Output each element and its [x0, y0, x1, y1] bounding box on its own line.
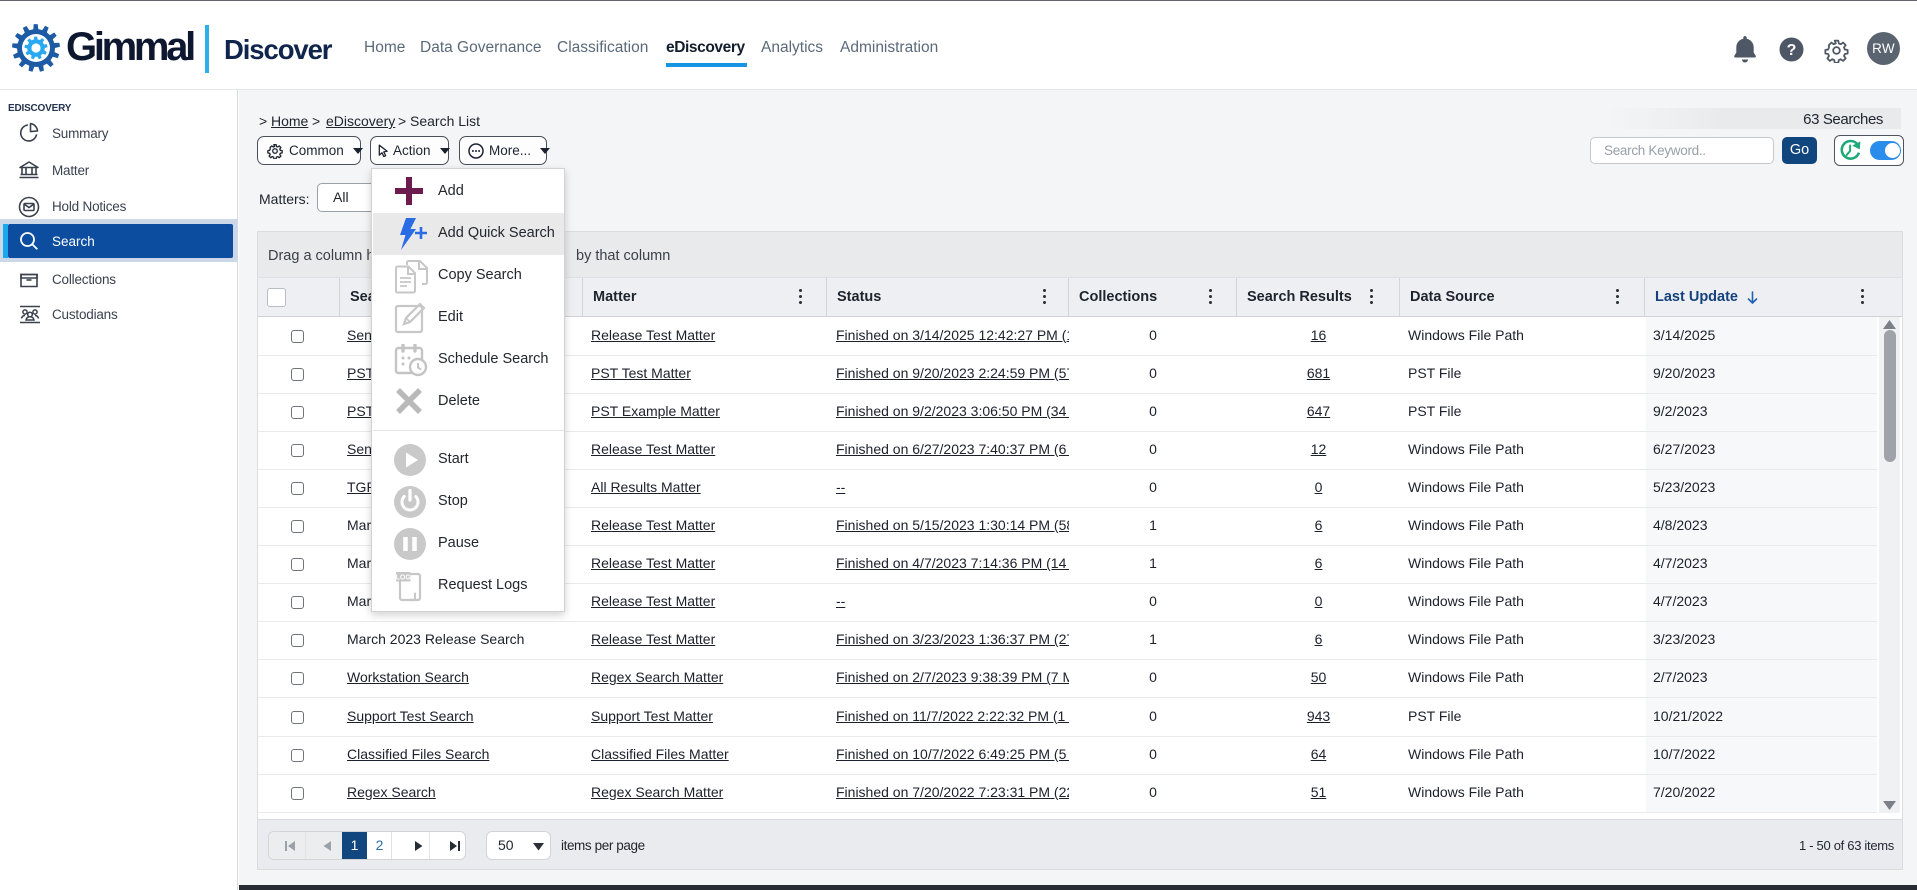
- svg-text:LOG: LOG: [396, 574, 412, 581]
